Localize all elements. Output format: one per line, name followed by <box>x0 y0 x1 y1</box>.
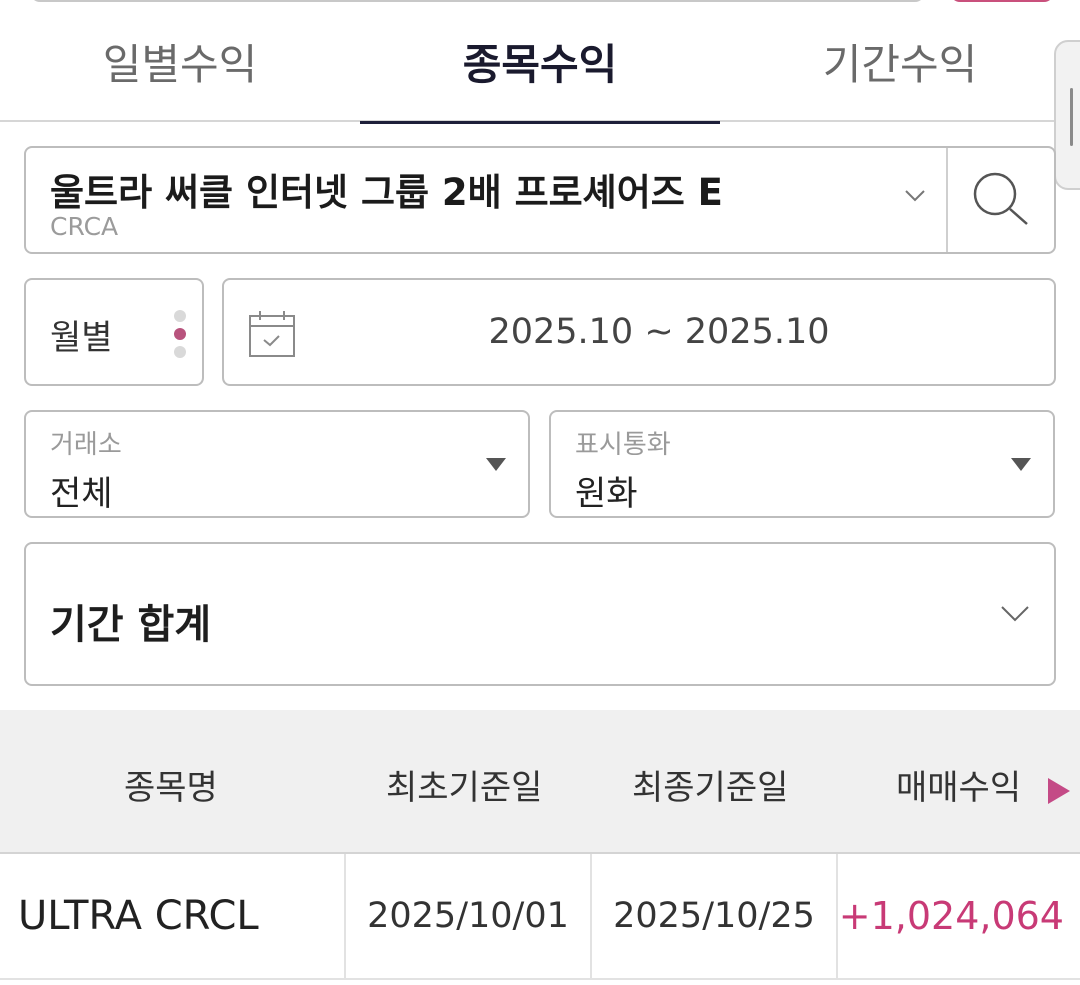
search-button[interactable] <box>948 148 1054 252</box>
column-header-end-date: 최종기준일 <box>632 768 789 808</box>
chevron-down-icon <box>1001 606 1029 622</box>
period-total-panel[interactable]: 기간 합계 <box>24 542 1056 686</box>
tab-daily-profit[interactable]: 일별수익 <box>0 0 360 122</box>
cell-trade-profit: +1,024,064 <box>838 894 1064 938</box>
column-header-name: 종목명 <box>124 768 218 808</box>
cell-start-date: 2025/10/01 <box>346 854 592 978</box>
handle-grip-icon <box>1070 88 1073 146</box>
tab-bar: 일별수익 종목수익 기간수익 <box>0 0 1080 124</box>
scroll-right-icon[interactable] <box>1048 778 1070 804</box>
side-drawer-handle[interactable] <box>1054 40 1080 190</box>
table-header: 종목명 최초기준일 최종기준일 매매수익 <box>0 710 1080 854</box>
cell-end-date: 2025/10/25 <box>592 854 838 978</box>
currency-label: 표시통화 <box>575 430 671 460</box>
page: 일별수익 종목수익 기간수익 울트라 써클 인터넷 그룹 2배 프로셰어즈 E … <box>0 0 1080 985</box>
column-header-start-date: 최초기준일 <box>386 768 543 808</box>
period-mode-label: 월별 <box>50 318 113 358</box>
exchange-dropdown[interactable]: 거래소 전체 <box>24 410 530 518</box>
chevron-down-icon <box>905 190 925 202</box>
period-mode-selector[interactable]: 월별 <box>24 278 204 386</box>
period-option-dot <box>174 310 186 322</box>
product-name: 울트라 써클 인터넷 그룹 2배 프로셰어즈 E <box>50 171 723 214</box>
caret-down-icon <box>486 458 506 471</box>
period-option-dot-active <box>174 328 186 340</box>
tab-period-profit[interactable]: 기간수익 <box>720 0 1080 122</box>
cell-stock-name: ULTRA CRCL <box>0 854 346 978</box>
tab-stock-profit[interactable]: 종목수익 <box>360 0 720 124</box>
date-range-text: 2025.10 ~ 2025.10 <box>488 312 830 352</box>
period-total-label: 기간 합계 <box>50 602 212 648</box>
currency-dropdown[interactable]: 표시통화 원화 <box>549 410 1055 518</box>
product-dropdown[interactable]: 울트라 써클 인터넷 그룹 2배 프로셰어즈 E CRCA <box>26 148 948 252</box>
product-selector[interactable]: 울트라 써클 인터넷 그룹 2배 프로셰어즈 E CRCA <box>24 146 1056 254</box>
table-row[interactable]: ULTRA CRCL 2025/10/01 2025/10/25 +1,024,… <box>0 854 1080 980</box>
currency-value: 원화 <box>575 474 638 514</box>
search-icon <box>973 172 1028 225</box>
period-option-dot <box>174 346 186 358</box>
exchange-value: 전체 <box>50 474 113 514</box>
product-code: CRCA <box>50 212 119 241</box>
exchange-label: 거래소 <box>50 430 122 460</box>
caret-down-icon <box>1011 458 1031 471</box>
column-header-trade-profit: 매매수익 <box>896 768 1022 808</box>
date-range-picker[interactable]: 2025.10 ~ 2025.10 <box>222 278 1056 386</box>
